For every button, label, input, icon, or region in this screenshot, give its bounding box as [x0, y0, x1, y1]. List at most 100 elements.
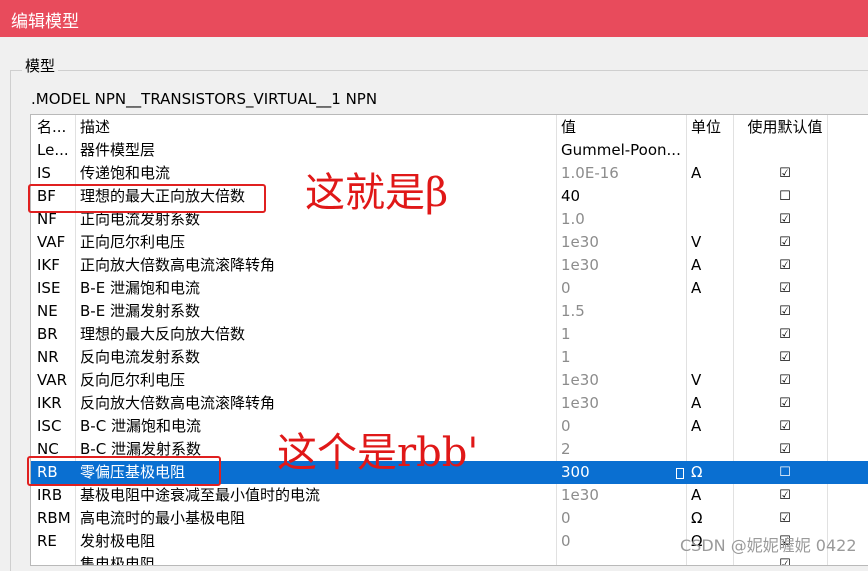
use-default-checkbox[interactable]: ☑: [735, 254, 835, 277]
table-row[interactable]: VAR 反向厄尔利电压 1e30 V ☑: [31, 369, 868, 392]
param-value[interactable]: 2: [561, 438, 686, 461]
use-default-checkbox[interactable]: ☑: [735, 507, 835, 530]
param-unit: [691, 346, 731, 369]
param-unit: [691, 438, 731, 461]
param-unit: A: [691, 417, 702, 435]
header-unit[interactable]: 单位: [691, 116, 731, 139]
header-desc[interactable]: 描述: [80, 116, 550, 139]
param-value[interactable]: 40: [561, 185, 686, 208]
param-name: VAR: [37, 371, 67, 389]
param-value[interactable]: 1e30: [561, 392, 686, 415]
param-unit: [691, 208, 731, 231]
use-default-checkbox[interactable]: ☑: [735, 231, 835, 254]
param-name: NR: [37, 348, 59, 366]
model-statement: .MODEL NPN__TRANSISTORS_VIRTUAL__1 NPN: [31, 90, 378, 108]
param-unit: [691, 300, 731, 323]
use-default-checkbox[interactable]: [735, 139, 835, 162]
use-default-checkbox[interactable]: ☐: [735, 461, 835, 484]
table-row[interactable]: VAF 正向厄尔利电压 1e30 V ☑: [31, 231, 868, 254]
param-name: IKF: [37, 256, 60, 274]
param-description: 反向放大倍数高电流滚降转角: [80, 394, 276, 412]
param-name: VAF: [37, 233, 66, 251]
param-name: IKR: [37, 394, 62, 412]
param-unit: A: [691, 394, 702, 412]
table-row[interactable]: IRB 基极电阻中途衰减至最小值时的电流 1e30 A ☑: [31, 484, 868, 507]
param-value[interactable]: 300: [561, 461, 686, 484]
param-value[interactable]: 0: [561, 530, 686, 553]
use-default-checkbox[interactable]: ☑: [735, 300, 835, 323]
use-default-checkbox[interactable]: ☑: [735, 484, 835, 507]
param-unit: A: [691, 256, 702, 274]
param-value[interactable]: 1.5: [561, 300, 686, 323]
table-row[interactable]: BR 理想的最大反向放大倍数 1 ☑: [31, 323, 868, 346]
param-unit: A: [691, 164, 702, 182]
table-row[interactable]: RBM 高电流时的最小基极电阻 0 Ω ☑: [31, 507, 868, 530]
use-default-checkbox[interactable]: ☐: [735, 185, 835, 208]
use-default-checkbox[interactable]: ☑: [735, 369, 835, 392]
annotation-rbb: 这个是rbb': [277, 430, 479, 476]
param-name: ISE: [37, 279, 61, 297]
use-default-checkbox[interactable]: ☑: [735, 208, 835, 231]
param-value[interactable]: 0: [561, 507, 686, 530]
param-unit: V: [691, 233, 702, 251]
param-value[interactable]: 1e30: [561, 369, 686, 392]
param-name: RBM: [37, 509, 71, 527]
param-unit: [691, 323, 731, 346]
param-description: 集电极电阻: [80, 555, 156, 566]
param-description: B-E 泄漏饱和电流: [80, 279, 200, 297]
table-row[interactable]: Le... 器件模型层 Gummel-Poon...: [31, 139, 868, 162]
param-description: 高电流时的最小基极电阻: [80, 509, 246, 527]
table-row[interactable]: NE B-E 泄漏发射系数 1.5 ☑: [31, 300, 868, 323]
edit-marker-icon[interactable]: [676, 468, 684, 479]
param-value[interactable]: 1.0: [561, 208, 686, 231]
param-description: 发射极电阻: [80, 532, 156, 550]
param-name: BR: [37, 325, 58, 343]
param-description: B-E 泄漏发射系数: [80, 302, 200, 320]
annotation-beta: 这就是β: [305, 170, 449, 216]
use-default-checkbox[interactable]: ☑: [735, 277, 835, 300]
use-default-checkbox[interactable]: ☑: [735, 415, 835, 438]
header-name[interactable]: 名...: [37, 116, 73, 139]
param-name: IS: [37, 164, 51, 182]
param-value[interactable]: 1e30: [561, 231, 686, 254]
use-default-checkbox[interactable]: ☑: [735, 438, 835, 461]
table-row[interactable]: NR 反向电流发射系数 1 ☑: [31, 346, 868, 369]
param-unit: V: [691, 371, 702, 389]
table-row[interactable]: IKF 正向放大倍数高电流滚降转角 1e30 A ☑: [31, 254, 868, 277]
param-name: RE: [37, 532, 57, 550]
highlight-box-rb: [27, 456, 221, 486]
param-value[interactable]: 1: [561, 323, 686, 346]
table-row[interactable]: IS 传递饱和电流 1.0E-16 A ☑: [31, 162, 868, 185]
use-default-checkbox[interactable]: ☑: [735, 392, 835, 415]
use-default-checkbox[interactable]: ☑: [735, 346, 835, 369]
param-value[interactable]: 1: [561, 346, 686, 369]
param-value[interactable]: 0: [561, 415, 686, 438]
param-value[interactable]: 1e30: [561, 484, 686, 507]
param-description: 反向电流发射系数: [80, 348, 201, 366]
use-default-checkbox[interactable]: ☑: [735, 162, 835, 185]
param-description: 理想的最大反向放大倍数: [80, 325, 246, 343]
param-name: NE: [37, 302, 58, 320]
param-description: 反向厄尔利电压: [80, 371, 186, 389]
param-unit: Ω: [691, 509, 703, 527]
param-name: [37, 553, 73, 565]
param-value[interactable]: 1e30: [561, 254, 686, 277]
param-name: IRB: [37, 486, 63, 504]
param-value[interactable]: Gummel-Poon...: [561, 139, 686, 162]
table-row[interactable]: IKR 反向放大倍数高电流滚降转角 1e30 A ☑: [31, 392, 868, 415]
param-description: 正向放大倍数高电流滚降转角: [80, 256, 276, 274]
use-default-checkbox[interactable]: ☑: [735, 323, 835, 346]
param-value[interactable]: [561, 553, 686, 565]
parameter-table[interactable]: 名... 描述 值 单位 使用默认值 Le... 器件模型层 Gummel-Poon…: [30, 114, 868, 566]
header-value[interactable]: 值: [561, 116, 686, 139]
param-unit: Ω: [691, 463, 703, 481]
watermark: CSDN @妮妮喔妮 0422: [680, 536, 857, 555]
table-row[interactable]: ISE B-E 泄漏饱和电流 0 A ☑: [31, 277, 868, 300]
param-unit: A: [691, 279, 702, 297]
param-value[interactable]: 0: [561, 277, 686, 300]
header-default[interactable]: 使用默认值: [735, 116, 835, 139]
param-value[interactable]: 1.0E-16: [561, 162, 686, 185]
table-header: 名... 描述 值 单位 使用默认值: [31, 116, 868, 139]
title-bar: 编辑模型: [0, 0, 868, 37]
param-name: ISC: [37, 417, 62, 435]
